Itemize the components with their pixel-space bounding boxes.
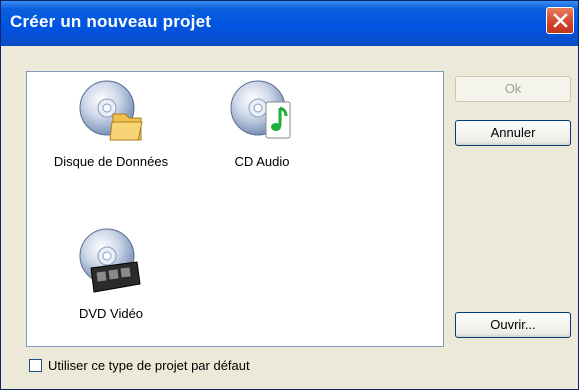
project-label: Disque de Données [53,154,169,169]
project-item-data-disc[interactable]: Disque de Données [36,80,186,169]
window-title: Créer un nouveau projet [10,12,212,31]
dvd-video-icon [79,228,141,293]
dialog-window: Créer un nouveau projet Disque de Donnée… [0,0,579,390]
project-type-list[interactable]: Disque de Données CD Audio DVD Vidéo [26,71,444,347]
project-label: DVD Vidéo [78,306,144,321]
title-bar[interactable]: Créer un nouveau projet [1,1,578,46]
project-item-dvd-video[interactable]: DVD Vidéo [36,228,186,321]
ok-button[interactable]: Ok [455,76,571,102]
close-icon [553,13,568,28]
cancel-button[interactable]: Annuler [455,120,571,146]
default-project-checkbox[interactable] [29,359,42,372]
audio-cd-icon [230,80,291,139]
close-button[interactable] [546,7,574,34]
project-label: CD Audio [234,154,290,169]
open-button[interactable]: Ouvrir... [455,312,571,338]
project-item-audio-cd[interactable]: CD Audio [202,80,322,169]
data-disc-icon [79,80,143,141]
default-project-label: Utiliser ce type de projet par défaut [48,358,250,373]
